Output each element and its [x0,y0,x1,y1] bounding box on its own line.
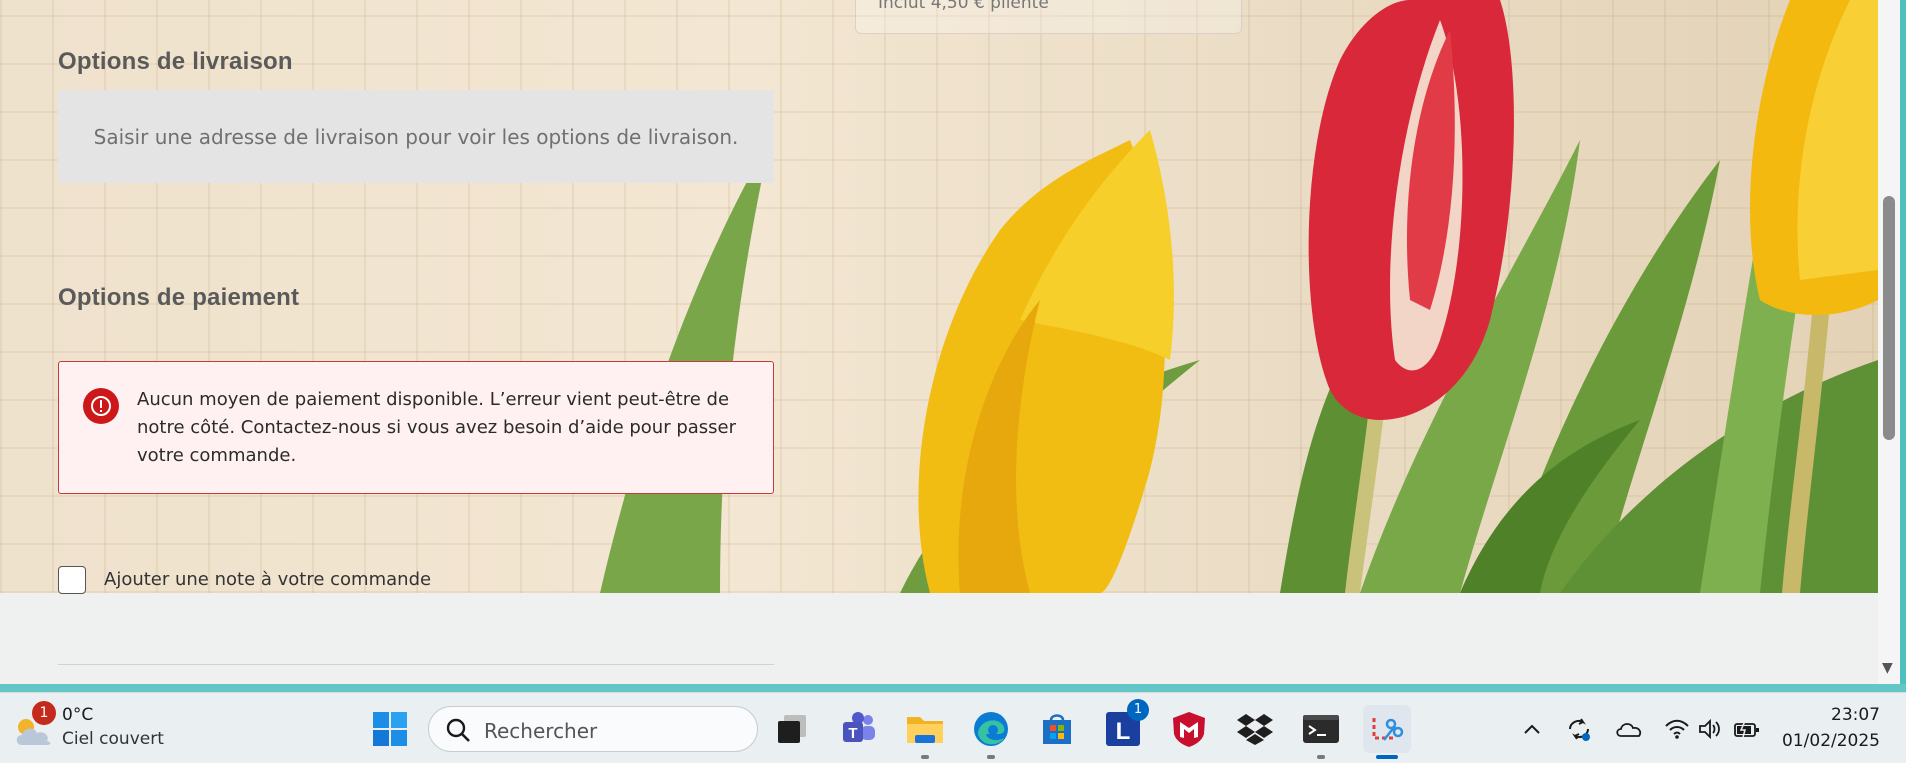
scrollbar-thumb[interactable] [1883,196,1895,440]
notification-badge: 1 [1127,699,1149,721]
payment-error-text: Aucun moyen de paiement disponible. L’er… [137,389,737,466]
page-scrollbar[interactable]: ▼ [1878,0,1900,684]
task-view-icon [778,715,806,743]
snipping-tool-button[interactable] [1363,705,1411,759]
edge-icon [974,712,1008,746]
clock-date[interactable]: 01/02/2025 [1775,731,1880,751]
running-indicator [1317,755,1325,759]
order-summary-box: Inclut 4,50 € pliente [855,0,1242,34]
dropbox-button[interactable] [1231,705,1279,753]
volume-tray-button[interactable] [1696,711,1726,747]
clock-time[interactable]: 23:07 [1800,705,1880,725]
dropbox-icon [1237,714,1273,745]
start-button[interactable] [366,705,414,753]
payment-options-title: Options de paiement [58,284,300,311]
task-view-button[interactable] [768,705,816,753]
windows-logo-icon [373,712,407,746]
svg-text:L: L [1116,718,1131,745]
add-note-label[interactable]: Ajouter une note à votre commande [104,569,431,590]
onedrive-cloud-icon [1616,723,1642,737]
window-border-right [1900,0,1906,692]
battery-icon [1734,720,1759,738]
l-app-button[interactable]: L 1 [1099,699,1149,753]
summary-partial-text: Inclut 4,50 € pliente [878,0,1049,13]
mcafee-button[interactable] [1165,705,1213,753]
store-button[interactable] [1033,705,1081,753]
weather-badge: 1 [32,701,56,725]
onedrive-tray-button[interactable] [1614,711,1644,747]
section-divider [58,664,774,665]
taskbar-search[interactable]: Rechercher [428,706,758,752]
teams-icon: T [843,712,875,742]
mcafee-icon [1173,712,1205,747]
search-placeholder: Rechercher [484,719,598,743]
chevron-up-icon [1524,724,1540,734]
snipping-tool-icon [1372,718,1404,741]
shipping-options-title: Options de livraison [58,48,293,75]
alert-icon [83,388,119,424]
search-icon [446,718,470,742]
scroll-down-arrow-icon[interactable]: ▼ [1882,660,1893,676]
taskbar: 1 0°C Ciel couvert Rechercher T L 1 23:0… [0,692,1906,763]
page-viewport: Inclut 4,50 € pliente Options de livrais… [0,0,1878,684]
shipping-placeholder-text: Saisir une adresse de livraison pour voi… [93,124,739,149]
terminal-icon [1303,715,1339,743]
teams-button[interactable]: T [835,705,883,753]
store-icon [1043,714,1071,744]
weather-temp: 0°C [62,705,94,725]
running-indicator [987,755,995,759]
window-border-bottom [0,684,1906,692]
wifi-icon [1665,719,1689,739]
battery-tray-button[interactable] [1730,711,1764,747]
file-explorer-button[interactable] [901,705,949,759]
show-hidden-icons-button[interactable] [1520,711,1544,747]
shipping-options-placeholder: Saisir une adresse de livraison pour voi… [58,90,774,183]
active-indicator [1376,755,1398,759]
volume-icon [1699,718,1720,740]
wifi-tray-button[interactable] [1662,711,1692,747]
folder-icon [907,717,943,743]
svg-text:T: T [848,725,857,742]
edge-button[interactable] [967,705,1015,759]
payment-error-notice: Aucun moyen de paiement disponible. L’er… [58,361,774,494]
weather-desc: Ciel couvert [62,729,164,749]
running-indicator [921,755,929,759]
weather-widget[interactable]: 1 0°C Ciel couvert [12,701,182,757]
add-note-checkbox[interactable] [58,566,86,594]
sync-tray-button[interactable] [1564,711,1594,747]
sync-icon [1569,718,1590,741]
terminal-button[interactable] [1297,705,1345,759]
